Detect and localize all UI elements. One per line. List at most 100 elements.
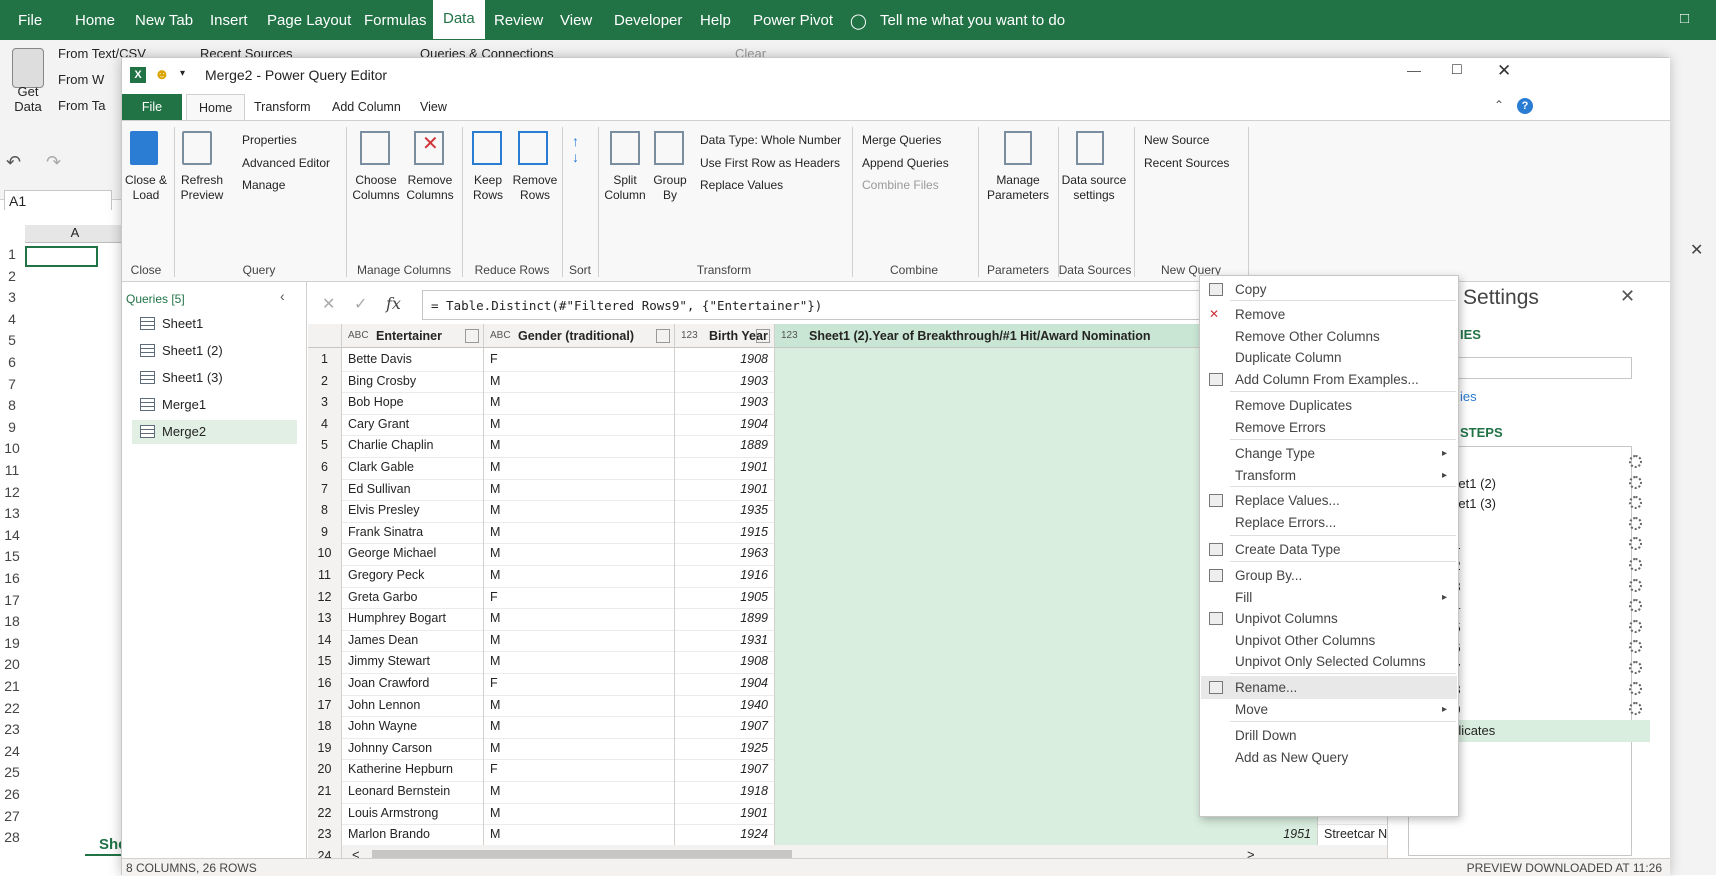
tell-me-search[interactable]: Tell me what you want to do <box>880 12 1065 29</box>
text-type-icon[interactable]: ABC <box>348 324 369 347</box>
gear-icon[interactable] <box>1629 661 1642 674</box>
row-number[interactable]: 11 <box>308 564 342 588</box>
row-number[interactable]: 9 <box>0 419 24 435</box>
cell-gender[interactable]: M <box>484 369 675 394</box>
undo-icon[interactable]: ↶ <box>6 152 21 173</box>
row-number[interactable]: 24 <box>0 743 24 759</box>
cell-gender[interactable]: M <box>484 520 675 545</box>
excel-tab-formulas[interactable]: Formulas <box>364 12 427 29</box>
context-menu-item[interactable]: Group By... <box>1201 564 1457 587</box>
name-box[interactable]: A1 <box>4 190 112 212</box>
cell-birth-year[interactable]: 1901 <box>675 456 775 480</box>
cell-birth-year[interactable]: 1963 <box>675 542 775 566</box>
excel-tab-insert[interactable]: Insert <box>210 12 248 29</box>
properties-button[interactable]: Properties <box>242 133 297 147</box>
row-number[interactable]: 5 <box>0 332 24 348</box>
row-number[interactable]: 17 <box>308 693 342 718</box>
context-menu-item[interactable]: Replace Errors... <box>1201 511 1457 534</box>
tab-view[interactable]: View <box>408 94 459 120</box>
context-menu-item[interactable]: Duplicate Column <box>1201 346 1457 369</box>
row-number[interactable]: 22 <box>308 801 342 826</box>
context-menu-item[interactable]: Move ▸ <box>1201 698 1457 721</box>
row-number[interactable]: 7 <box>308 477 342 502</box>
row-number[interactable]: 3 <box>308 391 342 415</box>
cell-gender[interactable]: M <box>484 456 675 480</box>
context-menu-item[interactable]: Create Data Type <box>1201 538 1457 561</box>
cell-entertainer[interactable]: Louis Armstrong <box>342 801 484 826</box>
manage-parameters-button[interactable]: Manage Parameters <box>980 173 1056 203</box>
context-menu-item[interactable]: Add Column From Examples... <box>1201 368 1457 391</box>
row-number[interactable]: 15 <box>308 650 342 674</box>
context-menu-item[interactable]: Rename... <box>1201 676 1457 699</box>
excel-tab-review[interactable]: Review <box>494 12 543 29</box>
collapse-ribbon-icon[interactable]: ⌃ <box>1494 98 1504 112</box>
cell-entertainer[interactable]: Gregory Peck <box>342 564 484 588</box>
excel-tab-page-layout[interactable]: Page Layout <box>267 12 351 29</box>
context-menu-item[interactable]: Copy <box>1201 278 1457 301</box>
cell-gender[interactable]: M <box>484 736 675 761</box>
gear-icon[interactable] <box>1629 578 1642 592</box>
cell-gender[interactable]: F <box>484 672 675 696</box>
new-source-button[interactable]: New Source <box>1144 133 1209 147</box>
column-header[interactable]: 123 Birth Year <box>675 324 775 348</box>
cell-entertainer[interactable]: Clark Gable <box>342 456 484 480</box>
query-item[interactable]: Merge1 <box>132 393 297 417</box>
replace-values-button[interactable]: Replace Values <box>700 178 783 192</box>
cell-entertainer[interactable]: Charlie Chaplin <box>342 434 484 458</box>
number-type-icon[interactable]: 123 <box>781 324 798 347</box>
close-icon[interactable]: ✕ <box>1690 240 1703 260</box>
cell-birth-year[interactable]: 1903 <box>675 369 775 394</box>
recent-sources-pq-button[interactable]: Recent Sources <box>1144 156 1229 170</box>
row-number[interactable]: 23 <box>0 721 24 737</box>
context-menu-item[interactable]: Transform ▸ <box>1201 464 1457 487</box>
row-number[interactable]: 16 <box>308 672 342 696</box>
excel-tab-file[interactable]: File <box>18 12 42 29</box>
context-menu-item[interactable]: Replace Values... <box>1201 489 1457 512</box>
row-number[interactable]: 18 <box>0 613 24 629</box>
column-header[interactable]: ABC Entertainer <box>342 324 484 348</box>
row-number[interactable]: 9 <box>308 520 342 545</box>
all-properties-link[interactable]: ies <box>1460 389 1477 404</box>
cell-birth-year[interactable]: 1915 <box>675 520 775 545</box>
cell-entertainer[interactable]: Humphrey Bogart <box>342 607 484 631</box>
cell-birth-year[interactable]: 1905 <box>675 585 775 610</box>
cell-gender[interactable]: M <box>484 607 675 631</box>
excel-tab-developer[interactable]: Developer <box>614 12 682 29</box>
gear-icon[interactable] <box>1629 619 1642 633</box>
data-type-dropdown[interactable]: Data Type: Whole Number <box>700 133 841 147</box>
close-settings-icon[interactable]: ✕ <box>1620 286 1635 307</box>
minimize-button[interactable]: — <box>1407 62 1421 78</box>
qat-dropdown-icon[interactable]: ▾ <box>180 68 185 79</box>
tab-transform[interactable]: Transform <box>242 94 323 120</box>
gear-icon[interactable] <box>1629 558 1642 571</box>
excel-tab-power-pivot[interactable]: Power Pivot <box>753 12 833 29</box>
row-number[interactable]: 19 <box>0 635 24 651</box>
cell-birth-year[interactable]: 1904 <box>675 412 775 437</box>
row-number[interactable]: 1 <box>0 246 24 262</box>
tab-file[interactable]: File <box>122 94 182 120</box>
cell-entertainer[interactable]: Johnny Carson <box>342 736 484 761</box>
context-menu-item[interactable]: Unpivot Only Selected Columns <box>1201 650 1457 673</box>
cell-birth-year[interactable]: 1908 <box>675 348 775 372</box>
split-column-button[interactable]: Split Column <box>600 173 650 203</box>
gear-icon[interactable] <box>1629 455 1642 468</box>
cell-birth-year[interactable]: 1918 <box>675 780 775 804</box>
column-header-a[interactable]: A <box>25 225 125 243</box>
gear-icon[interactable] <box>1629 475 1642 489</box>
maximize-button[interactable]: □ <box>1452 61 1462 79</box>
row-number[interactable]: 27 <box>0 808 24 824</box>
row-number[interactable]: 21 <box>308 780 342 804</box>
row-number[interactable]: 18 <box>308 715 342 739</box>
row-number[interactable]: 16 <box>0 570 24 586</box>
append-queries-button[interactable]: Append Queries <box>862 156 949 170</box>
cell-entertainer[interactable]: John Wayne <box>342 715 484 739</box>
row-number[interactable]: 12 <box>0 484 24 500</box>
cell-gender[interactable]: M <box>484 693 675 718</box>
filter-dropdown-icon[interactable] <box>656 329 670 343</box>
row-number[interactable]: 7 <box>0 376 24 392</box>
row-number[interactable]: 11 <box>0 462 24 478</box>
merge-queries-button[interactable]: Merge Queries <box>862 133 941 147</box>
context-menu-item[interactable]: Drill Down <box>1201 724 1457 747</box>
number-type-icon[interactable]: 123 <box>681 324 698 347</box>
cell-gender[interactable]: F <box>484 758 675 782</box>
